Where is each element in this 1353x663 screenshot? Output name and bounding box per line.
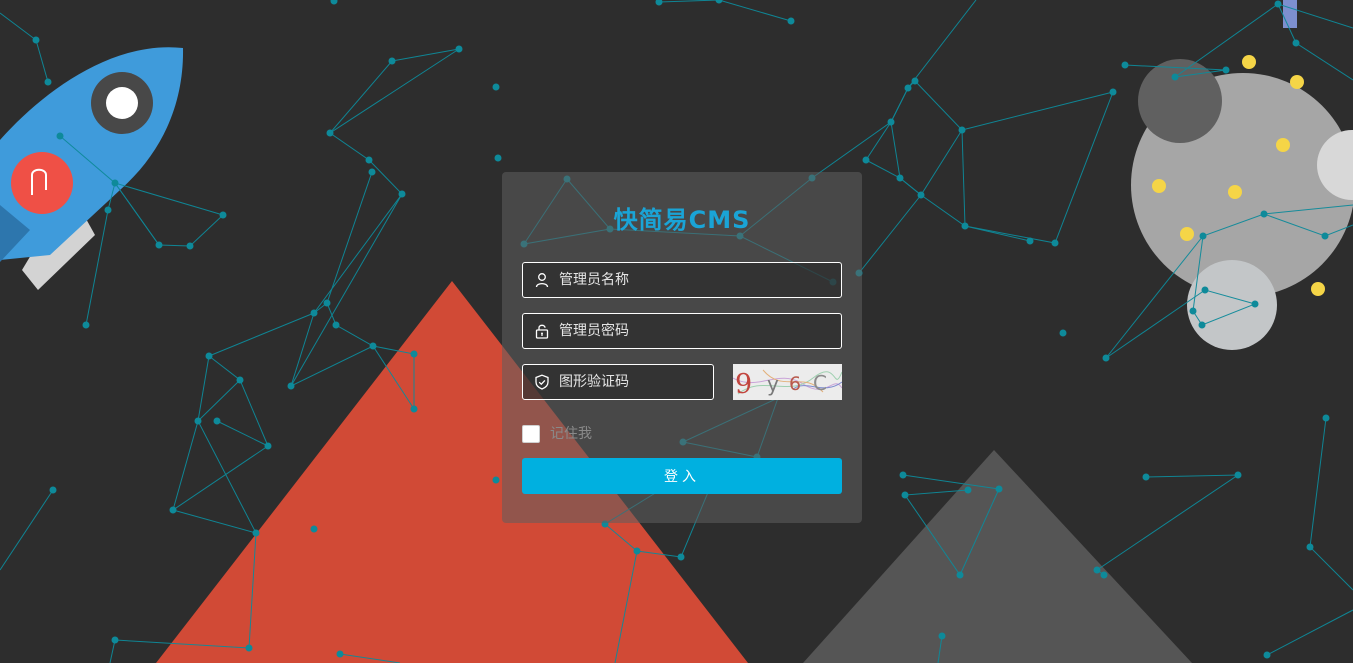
login-page: 快简易CMS 管理员名称 图形验证码 9 y 6 C 记住我 登入 [0, 0, 1353, 663]
lock-icon [535, 324, 549, 339]
captcha-image[interactable]: 9 y 6 C [733, 364, 842, 400]
user-icon [535, 273, 549, 288]
rocket-illustration [0, 47, 184, 290]
username-input[interactable] [559, 263, 831, 297]
captcha-char-1: 9 [735, 369, 752, 400]
captcha-input[interactable] [559, 365, 703, 399]
login-panel: 快简易CMS 管理员名称 图形验证码 9 y 6 C 记住我 登入 [502, 172, 862, 523]
password-field[interactable] [522, 313, 842, 349]
captcha-char-2: y [767, 372, 779, 396]
login-button[interactable]: 登入 [522, 458, 842, 494]
remember-checkbox[interactable] [522, 425, 540, 443]
username-field[interactable] [522, 262, 842, 298]
password-input[interactable] [559, 314, 831, 348]
page-title: 快简易CMS [613, 206, 751, 234]
captcha-char-3: 6 [789, 373, 801, 395]
captcha-char-4: C [813, 371, 827, 395]
captcha-graphic: 9 y 6 C [733, 364, 842, 400]
captcha-field[interactable] [522, 364, 714, 400]
remember-label: 记住我 [550, 426, 592, 442]
planet-illustration [1131, 0, 1353, 350]
shield-check-icon [535, 374, 549, 390]
